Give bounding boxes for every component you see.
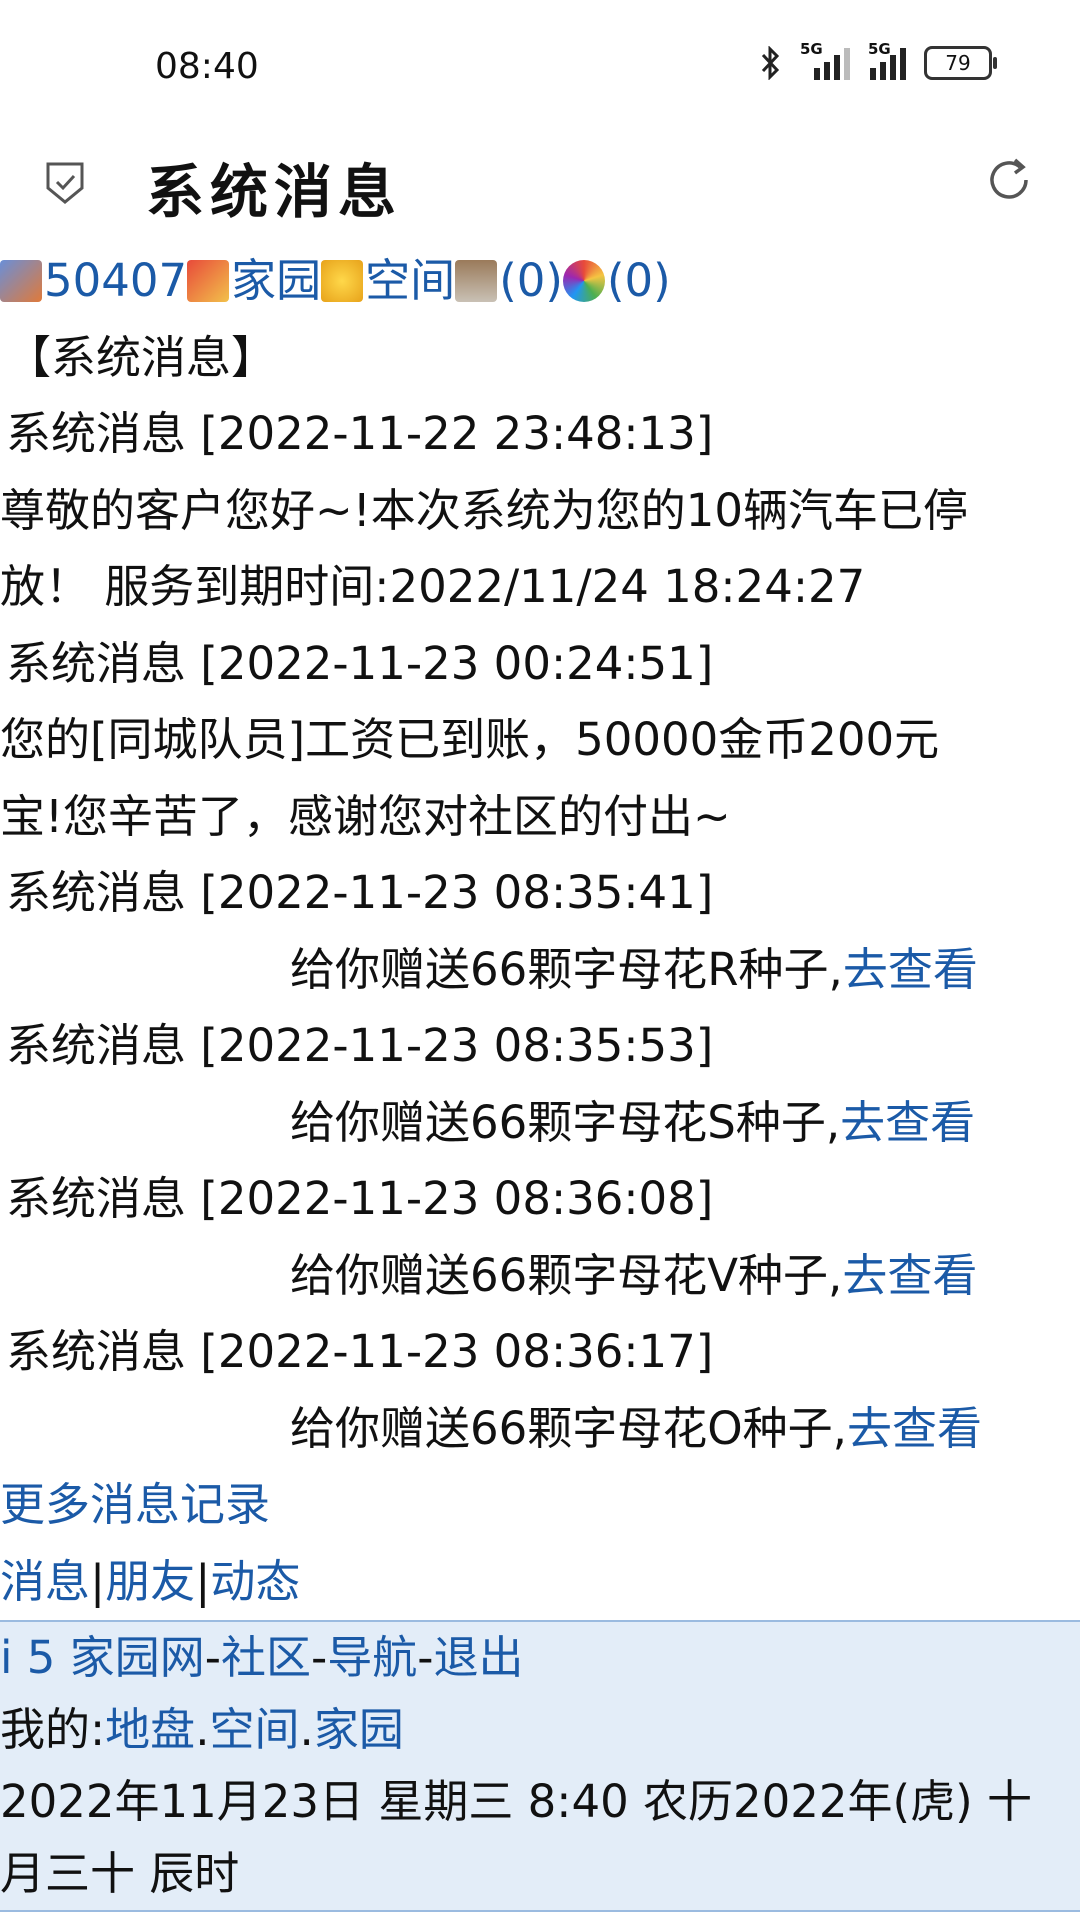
message-line: 宝!您辛苦了，感谢您对社区的付出~ [0,789,731,843]
signal-2-icon: 5G [868,40,906,80]
date-line: 月三十 辰时 [0,1847,240,1900]
plot-link[interactable]: 地盘 [105,1703,195,1756]
message-header: 系统消息 [2022-11-23 08:36:17] [6,1325,714,1378]
gift-line: 给你赠送66颗字母花V种子,去查看 [0,1238,1080,1315]
view-link[interactable]: 去查看 [847,1402,982,1455]
view-link[interactable]: 去查看 [842,1249,977,1302]
star-icon [321,260,364,302]
footer-space-link[interactable]: 空间 [210,1703,300,1756]
message-line: 放！ 服务到期时间:2022/11/24 18:24:27 [0,560,866,613]
date-line: 2022年11月23日 星期三 8:40 农历2022年(虎) 十 [0,1775,1032,1828]
lucky-link[interactable]: (0) [607,254,671,307]
bank-icon [455,260,498,302]
gift-text: 给你赠送66颗字母花S种子, [290,1095,841,1149]
message-content: 50407 家园 空间 (0) (0) 【系统消息】 系统消息 [2022-11-22 … [0,243,1080,1620]
battery-icon: 79 [924,46,997,80]
footer-mine: 我的:地盘.空间.家园 [0,1703,404,1756]
footer-nav: i 5 家园网-社区-导航-退出 [0,1631,524,1684]
status-time: 08:40 [155,46,259,87]
view-link[interactable]: 去查看 [843,943,978,996]
home-icon [187,260,230,302]
view-link[interactable]: 去查看 [840,1096,975,1149]
message-header: 系统消息 [2022-11-23 08:35:41] [6,866,714,919]
gift-line: 给你赠送66颗字母花S种子,去查看 [0,1085,1080,1162]
message-line: 您的[同城队员]工资已到账，50000金币200元 [0,713,940,766]
gift-line: 给你赠送66颗字母花O种子,去查看 [0,1391,1080,1468]
navigation-link[interactable]: 导航 [327,1631,417,1684]
friends-link[interactable]: 朋友 [105,1555,195,1608]
signal-1-icon: 5G [800,40,850,80]
messages-link[interactable]: 消息 [0,1555,90,1608]
message-header: 系统消息 [2022-11-23 08:35:53] [6,1019,714,1072]
community-link[interactable]: 社区 [221,1631,311,1684]
bank-link[interactable]: (0) [499,254,563,307]
message-header: 系统消息 [2022-11-23 00:24:51] [6,636,714,690]
pinwheel-icon [562,260,605,302]
activity-link[interactable]: 动态 [210,1555,300,1608]
message-line: 尊敬的客户您好~!本次系统为您的10辆汽车已停 [0,483,969,537]
home-link[interactable]: 家园 [231,254,321,307]
refresh-icon[interactable] [982,153,1036,207]
title-bar: 系统消息 [0,135,1080,243]
space-link[interactable]: 空间 [365,254,455,307]
more-messages-link[interactable]: 更多消息记录 [0,1478,270,1531]
gift-line: 给你赠送66颗字母花R种子,去查看 [0,932,1080,1009]
footer: i 5 家园网-社区-导航-退出 我的:地盘.空间.家园 2022年11月23日… [0,1620,1080,1912]
separator: | [195,1554,211,1608]
message-header: 系统消息 [2022-11-23 08:36:08] [6,1172,714,1225]
gift-text: 给你赠送66颗字母花V种子, [290,1248,843,1302]
status-icons: 5G 5G 79 [760,40,997,80]
message-header: 系统消息 [2022-11-22 23:48:13] [6,407,714,460]
logout-link[interactable]: 退出 [434,1631,524,1684]
bluetooth-icon [761,46,780,80]
footer-home-link[interactable]: 家园 [314,1703,404,1756]
site-link[interactable]: i 5 家园网 [0,1631,205,1684]
status-bar: 08:40 5G 5G 79 [0,0,1080,135]
user-id-link[interactable]: 50407 [44,254,187,307]
gift-text: 给你赠送66颗字母花R种子, [290,942,843,996]
separator: | [90,1554,106,1608]
section-title: 【系统消息】 [6,330,277,384]
sub-nav: 消息|朋友|动态 [0,1544,1080,1621]
shield-check-icon[interactable] [44,160,86,206]
user-icon [0,260,42,302]
top-nav: 50407 家园 空间 (0) (0) [0,243,1080,320]
more-messages-row: 更多消息记录 [0,1467,1080,1544]
gift-text: 给你赠送66颗字母花O种子, [290,1401,847,1455]
page-title: 系统消息 [146,158,403,226]
